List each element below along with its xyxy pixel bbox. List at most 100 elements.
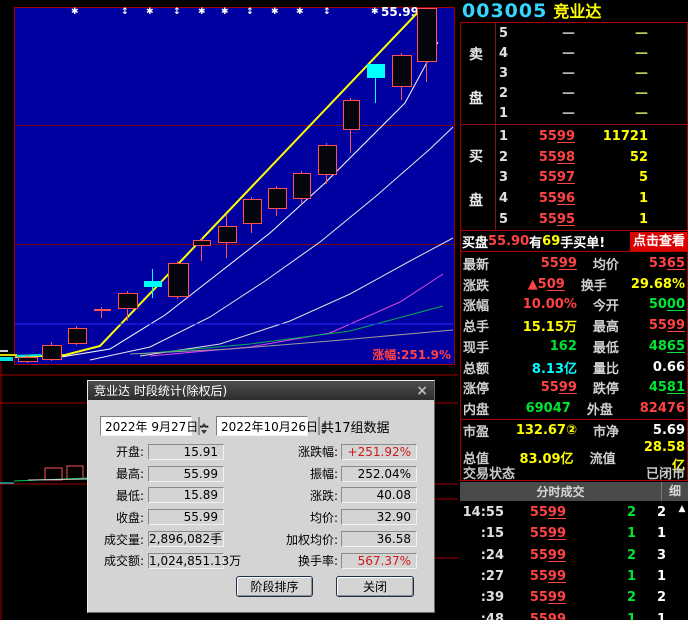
close-button[interactable]: 关闭 <box>336 576 414 597</box>
marker-updown-icon: ↕ <box>246 6 254 18</box>
view-order-button[interactable]: 点击查看 <box>630 232 688 251</box>
ask-volume: — <box>575 86 688 101</box>
ask-row[interactable]: 4 — — <box>460 43 688 63</box>
stat-value: 15.15万 <box>509 316 577 335</box>
bid-level: 2 <box>499 150 513 165</box>
ma-white-mid <box>90 127 453 360</box>
date-to-spinner[interactable] <box>318 417 320 435</box>
date-from-spinner[interactable] <box>198 417 200 435</box>
marker-updown-icon: ↕ <box>121 6 129 18</box>
field-label: 收盘: <box>93 509 144 526</box>
ask-row[interactable]: 5 — — <box>460 23 688 43</box>
bid-volume: 1 <box>575 191 688 206</box>
bid-price: 5596 <box>513 191 575 206</box>
ask-row[interactable]: 2 — — <box>460 84 688 104</box>
candle-up <box>293 171 311 203</box>
ask-price: — <box>513 86 575 101</box>
trend-line-yellow <box>15 10 420 357</box>
marker-updown-icon: ↕ <box>173 6 181 18</box>
dialog-titlebar[interactable]: 竞业达 时段统计(除权后) × <box>88 381 434 400</box>
stat-label: 内盘 <box>460 399 507 418</box>
tick-list-header: 分时成交 细 <box>460 482 688 501</box>
alert-price: 55.90 <box>488 234 529 249</box>
tick-price: 5599 <box>504 590 566 605</box>
bid-row[interactable]: 3 5597 5 <box>460 168 688 189</box>
candle-up <box>42 342 62 361</box>
date-to-input[interactable]: 2022年10月26日 <box>216 416 308 436</box>
stat-field-row: 成交量: 2,896,082手 <box>93 528 228 550</box>
bid-row[interactable]: 5 5595 1 <box>460 209 688 230</box>
bid-book: 1 5599 11721 2 5598 52 3 5597 5 4 <box>460 126 688 230</box>
tick-count: 1 <box>636 526 666 541</box>
detail-tab[interactable]: 细 <box>661 482 688 501</box>
stat-value: 162 <box>509 339 577 354</box>
stat-value: 5.69 <box>649 423 688 438</box>
stat-value: 8.13亿 <box>509 358 577 377</box>
bid-volume: 1 <box>575 212 688 227</box>
field-value: 55.99 <box>148 509 224 525</box>
bid-row[interactable]: 4 5596 1 <box>460 188 688 209</box>
kline-chart[interactable]: 55.99 涨幅:251.9% ✱↕✱↕✱✱↕✱✱↕✱ <box>14 7 455 365</box>
tick-time: :48 <box>460 612 504 620</box>
stat-value: 69047 <box>507 401 571 416</box>
period-sort-button[interactable]: 阶段排序 <box>236 576 313 597</box>
bid-row[interactable]: 2 5598 52 <box>460 147 688 168</box>
date-from-input[interactable]: 2022年 9月27日 <box>100 416 192 436</box>
field-label: 最高: <box>93 465 144 482</box>
stat-label: 涨幅 <box>460 295 509 314</box>
stat-value: ▲509 <box>504 277 565 292</box>
candle-up <box>218 215 237 258</box>
field-label: 均价: <box>268 509 338 526</box>
quote-stats: 最新 5599 均价 5365 涨跌 ▲509 换手 29.68% 涨幅 10.… <box>460 253 688 419</box>
tick-volume: 1 <box>566 526 636 541</box>
stat-field-row: 收盘: 55.99 <box>93 506 228 528</box>
ask-volume: — <box>575 66 688 81</box>
spinner-down-icon[interactable] <box>318 426 320 435</box>
spinner-down-icon[interactable] <box>198 426 200 435</box>
quote-panel: 003005竞业达 卖 盘 买 盘 5 — — 4 — — <box>460 0 688 620</box>
scroll-up-icon[interactable]: ▲ <box>676 503 688 515</box>
ask-row[interactable]: 1 — — <box>460 104 688 124</box>
marker-star-icon: ✱ <box>271 6 279 18</box>
status-value: 已闭市 <box>646 463 685 482</box>
date-range-row: 2022年 9月27日 -- 2022年10月26日 共17组数据 <box>100 416 426 436</box>
stats-row: 现手 162 最低 4865 <box>460 336 688 357</box>
stats-column-left: 开盘: 15.91 最高: 55.99 最低: 15.89 收盘: 55.99 <box>93 441 228 572</box>
bid-volume: 52 <box>575 150 688 165</box>
stat-label: 现手 <box>460 337 509 356</box>
tick-row[interactable]: :24 5599 2 3 <box>460 545 676 566</box>
stats-row: 内盘 69047 外盘 82476 <box>460 398 688 419</box>
tick-count: 3 <box>636 548 666 563</box>
stat-field-row: 均价: 32.90 <box>268 506 428 528</box>
stat-field-row: 最低: 15.89 <box>93 485 228 507</box>
tick-list: 14:55 5599 2 2 :15 5599 1 1 :24 5599 2 3 <box>460 502 676 620</box>
stat-field-row: 涨跌: 40.08 <box>268 485 428 507</box>
tick-row[interactable]: :39 5599 2 2 <box>460 587 676 608</box>
alert-count: 69 <box>542 234 560 249</box>
ma-lines <box>15 8 454 364</box>
tick-row[interactable]: 14:55 5599 2 2 <box>460 502 676 523</box>
spinner-up-icon[interactable] <box>198 417 200 426</box>
field-value: 15.89 <box>148 487 224 503</box>
stock-header[interactable]: 003005竞业达 <box>460 0 688 22</box>
field-value: +251.92% <box>341 444 417 460</box>
ask-row[interactable]: 3 — — <box>460 63 688 83</box>
date-to-value: 2022年10月26日 <box>221 418 318 435</box>
indicator-line <box>28 479 88 480</box>
ask-volume: — <box>575 46 688 61</box>
stat-value: 132.67② <box>509 423 577 438</box>
stat-value: 5599 <box>509 256 577 271</box>
bid-row[interactable]: 1 5599 11721 <box>460 126 688 147</box>
candle-up <box>417 8 437 82</box>
ask-volume: — <box>575 26 688 41</box>
stat-value: 5365 <box>649 256 688 271</box>
tick-row[interactable]: :27 5599 1 1 <box>460 566 676 587</box>
close-icon[interactable]: × <box>416 383 428 399</box>
stat-label: 换手 <box>581 275 631 294</box>
spinner-up-icon[interactable] <box>318 417 320 426</box>
tick-row[interactable]: :15 5599 1 1 <box>460 523 676 544</box>
tick-row[interactable]: :48 5599 1 1 <box>460 608 676 620</box>
stat-value: 4581 <box>649 380 688 395</box>
stat-value: 5599 <box>509 380 577 395</box>
tick-price: 5599 <box>504 505 566 520</box>
